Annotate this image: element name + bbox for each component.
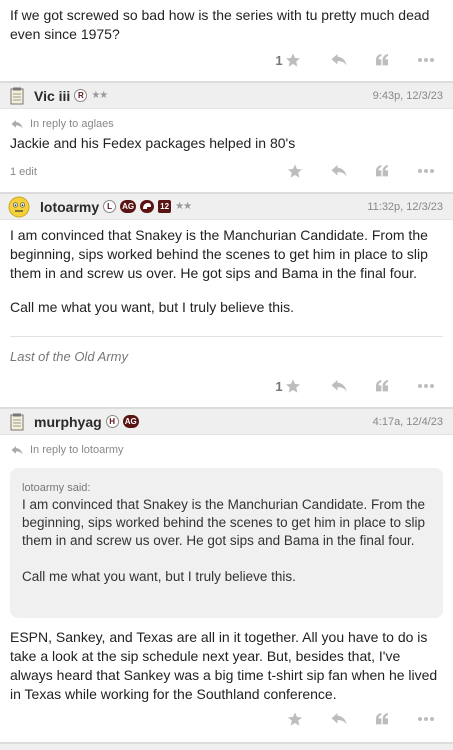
quote-button[interactable] [368, 373, 396, 399]
more-button[interactable] [412, 158, 440, 184]
quote-author: lotoarmy said: [22, 482, 91, 494]
next-post-header-edge [0, 742, 453, 750]
reply-icon [331, 380, 347, 392]
reply-icon [331, 165, 347, 177]
reply-icon [331, 713, 347, 725]
reply-button[interactable] [325, 706, 353, 732]
quote-button[interactable] [368, 706, 396, 732]
reply-to-label: In reply to lotoarmy [30, 444, 124, 456]
rating-stars: ★★ [91, 90, 108, 101]
quote-icon [376, 380, 388, 392]
post-actions [0, 158, 453, 184]
timestamp[interactable]: 11:32p, 12/3/23 [367, 201, 443, 213]
helmet-icon [143, 203, 152, 210]
star-icon [288, 164, 302, 178]
badge-12: 12 [158, 200, 172, 213]
reply-arrow-icon [11, 119, 23, 129]
badge-ag: AG [120, 200, 137, 213]
reply-arrow-icon [11, 445, 23, 455]
post-body: Jackie and his Fedex packages helped in … [10, 135, 296, 151]
post-header: murphyag H AG 4:17a, 12/4/23 [0, 407, 453, 435]
badge-l: L [103, 200, 117, 213]
username[interactable]: Vic iii [34, 88, 70, 104]
post-vic-iii: Vic iii R ★★ 9:43p, 12/3/23 In reply to … [0, 81, 453, 178]
post-body: ESPN, Sankey, and Texas are all in it to… [10, 629, 438, 702]
reply-to-label: In reply to aglaes [30, 118, 114, 130]
more-button[interactable] [412, 706, 440, 732]
post-murphyag: murphyag H AG 4:17a, 12/4/23 In reply to… [0, 407, 453, 702]
quote-icon [376, 54, 388, 66]
reply-to[interactable]: In reply to aglaes [0, 118, 114, 130]
quote-paragraph-1: I am convinced that Snakey is the Manchu… [22, 497, 425, 548]
post-header: Vic iii R ★★ 9:43p, 12/3/23 [0, 81, 453, 109]
badge-ag: AG [122, 415, 139, 428]
username[interactable]: murphyag [34, 414, 102, 430]
post-header: lotoarmy L AG 12 ★★ 11:32p, 12/3/23 [0, 192, 453, 220]
more-button[interactable] [412, 373, 440, 399]
post-actions: 1 [0, 47, 453, 73]
reply-button[interactable] [325, 158, 353, 184]
more-icon [418, 717, 434, 721]
star-icon [288, 712, 302, 726]
star-icon [285, 53, 300, 67]
signature-divider [10, 336, 443, 337]
rating-stars: ★★ [175, 201, 192, 212]
timestamp[interactable]: 4:17a, 12/4/23 [373, 416, 443, 428]
star-icon [285, 379, 300, 393]
post-actions [0, 706, 453, 732]
reply-to[interactable]: In reply to lotoarmy [0, 444, 124, 456]
post-actions: 1 [0, 373, 453, 399]
quote-paragraph-2: Call me what you want, but I truly belie… [22, 569, 296, 584]
more-icon [418, 58, 434, 62]
star-button[interactable]: 1 [270, 373, 306, 399]
quote-icon [376, 713, 388, 725]
signature: Last of the Old Army [10, 349, 129, 364]
timestamp[interactable]: 9:43p, 12/3/23 [373, 90, 443, 102]
star-count: 1 [275, 52, 283, 68]
post-body-paragraph-1: I am convinced that Snakey is the Manchu… [10, 227, 428, 281]
star-button[interactable] [283, 158, 307, 184]
quote-block: lotoarmy said: I am convinced that Snake… [10, 468, 443, 618]
quote-icon [376, 165, 388, 177]
star-button[interactable] [283, 706, 307, 732]
reply-icon [331, 54, 347, 66]
post-lotoarmy: lotoarmy L AG 12 ★★ 11:32p, 12/3/23 I am… [0, 192, 453, 364]
face-avatar-icon [8, 196, 30, 217]
star-button[interactable]: 1 [270, 47, 306, 73]
notepad-icon [10, 87, 24, 104]
badge-helmet [140, 200, 155, 213]
username[interactable]: lotoarmy [40, 199, 99, 215]
notepad-icon [10, 413, 24, 430]
badge-h: H [105, 415, 119, 428]
badge-r: R [74, 89, 88, 102]
post-body: If we got screwed so bad how is the seri… [10, 7, 430, 42]
reply-button[interactable] [325, 373, 353, 399]
star-count: 1 [275, 378, 283, 394]
quote-button[interactable] [368, 158, 396, 184]
reply-button[interactable] [325, 47, 353, 73]
post-body-paragraph-2: Call me what you want, but I truly belie… [10, 299, 295, 315]
more-icon [418, 384, 434, 388]
more-button[interactable] [412, 47, 440, 73]
quote-button[interactable] [368, 47, 396, 73]
more-icon [418, 169, 434, 173]
